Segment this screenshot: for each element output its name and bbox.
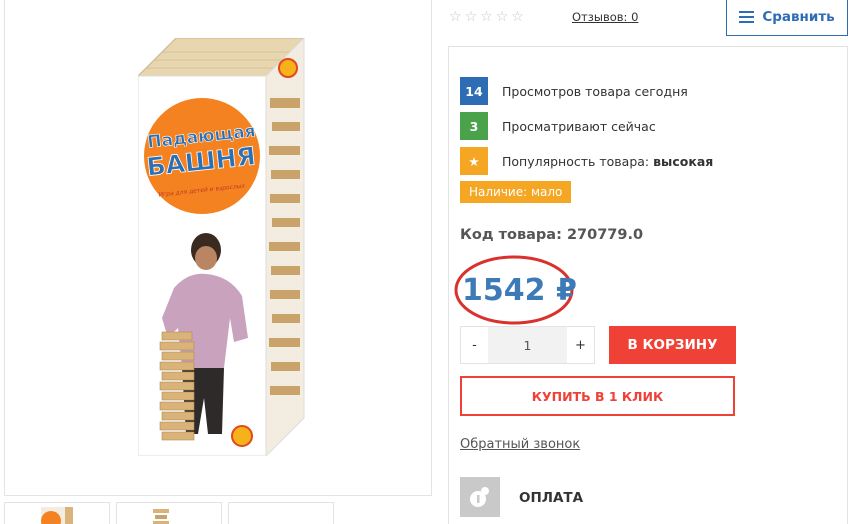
star-icon[interactable]: ☆ [496, 9, 509, 25]
product-box-image: Падающая БАШНЯ Игра для детей и взрослых [138, 38, 305, 456]
product-image-frame[interactable]: Падающая БАШНЯ Игра для детей и взрослых [4, 0, 432, 496]
buy-one-click-button[interactable]: КУПИТЬ В 1 КЛИК [460, 376, 735, 416]
product-code: Код товара: 270779.0 [460, 227, 643, 243]
stat-views-today: 14 Просмотров товара сегодня [460, 77, 688, 105]
info-icon [470, 487, 489, 507]
stat-viewing-now: 3 Просматривают сейчас [460, 112, 656, 140]
availability-badge: Наличие: мало [460, 181, 572, 203]
star-icon[interactable]: ☆ [480, 9, 493, 25]
thumbnail-2[interactable] [116, 502, 222, 524]
product-code-value: 270779.0 [566, 227, 644, 243]
reviews-count: 0 [631, 10, 639, 24]
hamburger-icon [739, 10, 755, 23]
popularity-label: Популярность товара: [502, 153, 650, 169]
star-icon: ★ [460, 147, 488, 175]
reviews-label: Отзывов: [572, 10, 628, 24]
price-block: 1542 ₽ [452, 253, 577, 327]
stat-popularity: ★ Популярность товара: высокая [460, 147, 713, 175]
rating-stars[interactable]: ☆ ☆ ☆ ☆ ☆ [449, 9, 524, 25]
viewing-now-badge: 3 [460, 112, 488, 140]
popularity-text: Популярность товара: высокая [502, 154, 713, 169]
payment-icon[interactable] [460, 477, 500, 517]
payment-label[interactable]: ОПЛАТА [519, 490, 583, 506]
product-info-panel: 14 Просмотров товара сегодня 3 Просматри… [448, 46, 848, 524]
quantity-stepper: - 1 + [460, 326, 595, 364]
compare-label: Сравнить [762, 8, 835, 25]
thumbnail-1[interactable] [4, 502, 110, 524]
star-icon[interactable]: ☆ [511, 9, 524, 25]
compare-button[interactable]: Сравнить [726, 0, 848, 36]
viewing-now-text: Просматривают сейчас [502, 118, 656, 134]
quantity-decrease-button[interactable]: - [461, 327, 488, 363]
views-today-text: Просмотров товара сегодня [502, 83, 688, 99]
reviews-link[interactable]: Отзывов: 0 [572, 10, 638, 24]
popularity-value: высокая [653, 153, 714, 169]
quantity-input[interactable]: 1 [488, 327, 567, 363]
add-to-cart-button[interactable]: В КОРЗИНУ [609, 326, 736, 364]
price: 1542 ₽ [462, 273, 577, 308]
product-code-label: Код товара: [460, 227, 562, 243]
star-icon[interactable]: ☆ [449, 9, 462, 25]
views-today-badge: 14 [460, 77, 488, 105]
quantity-increase-button[interactable]: + [567, 327, 594, 363]
thumbnail-strip [4, 502, 344, 524]
thumbnail-3[interactable] [228, 502, 334, 524]
star-icon[interactable]: ☆ [465, 9, 478, 25]
callback-link[interactable]: Обратный звонок [460, 437, 580, 452]
